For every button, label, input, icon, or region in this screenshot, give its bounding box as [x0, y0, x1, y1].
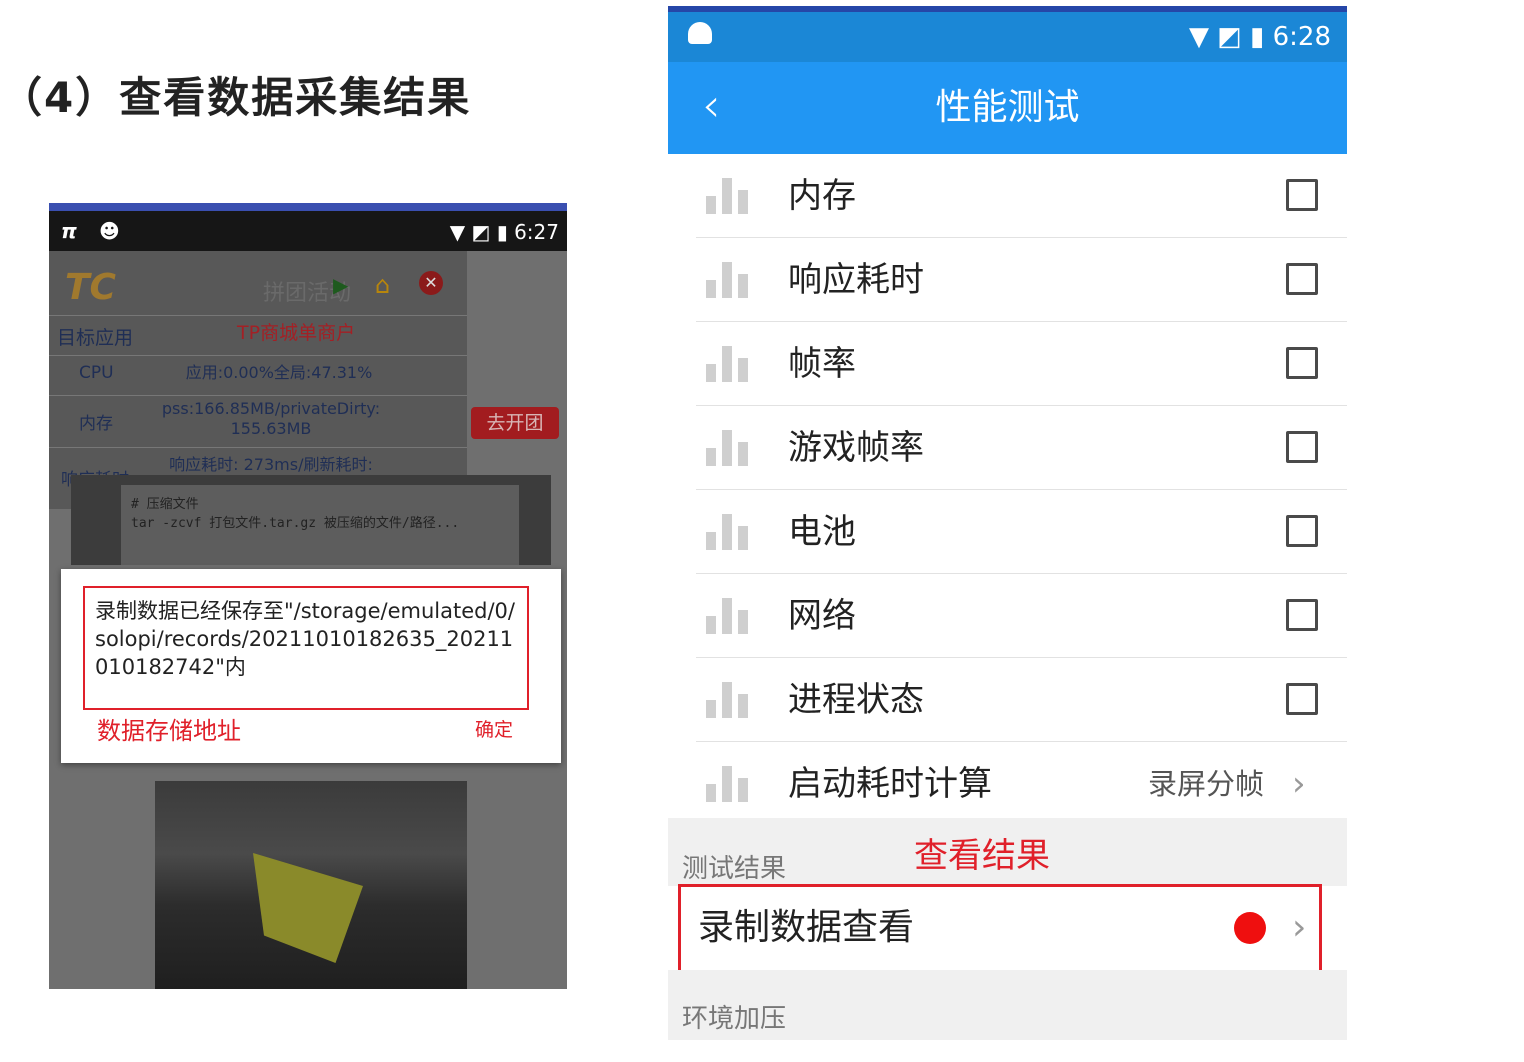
- item-label: 游戏帧率: [788, 428, 924, 468]
- android-icon: [688, 22, 712, 44]
- item-label: 帧率: [788, 344, 856, 384]
- bar-chart-icon: [706, 430, 750, 466]
- checkbox[interactable]: [1286, 431, 1318, 463]
- item-label: 响应耗时: [788, 260, 924, 300]
- checkbox[interactable]: [1286, 599, 1318, 631]
- section-title: 测试结果: [682, 854, 787, 884]
- page: （4）查看数据采集结果 π ☻ ▼ ◩ ▮ 6:27 TC 拼团活动 ▶ ⌂ ✕…: [0, 0, 1524, 1062]
- tc-app-icon: π: [61, 219, 77, 243]
- memory-label: 内存: [79, 414, 113, 434]
- background-image: # 压缩文件 tar -zcvf 打包文件.tar.gz 被压缩的文件/路径..…: [71, 475, 551, 565]
- environment-section: 环境加压: [668, 970, 1347, 1040]
- left-phone-screenshot: π ☻ ▼ ◩ ▮ 6:27 TC 拼团活动 ▶ ⌂ ✕ 目标应用 TP商城单商…: [49, 203, 567, 989]
- bar-chart-icon: [706, 178, 750, 214]
- list-item[interactable]: 内存: [696, 154, 1347, 238]
- startup-label: 启动耗时计算: [788, 764, 992, 804]
- android-icon: ☻: [99, 219, 120, 243]
- code-snippet: # 压缩文件 tar -zcvf 打包文件.tar.gz 被压缩的文件/路径..…: [121, 485, 519, 565]
- status-time: 6:28: [1272, 22, 1331, 52]
- checkbox[interactable]: [1286, 683, 1318, 715]
- status-right: ▼ ◩ ▮ 6:27: [449, 220, 559, 244]
- startup-value: 录屏分帧: [1148, 767, 1265, 801]
- bar-chart-icon: [706, 262, 750, 298]
- checkbox[interactable]: [1286, 515, 1318, 547]
- checkbox[interactable]: [1286, 347, 1318, 379]
- target-app-value[interactable]: TP商城单商户: [237, 323, 355, 343]
- list-item[interactable]: 网络: [696, 574, 1347, 658]
- panel-divider: [49, 447, 467, 448]
- bar-chart-icon: [706, 346, 750, 382]
- app-header: 性能测试 ‹: [668, 62, 1347, 154]
- code-comment: # 压缩文件: [131, 497, 199, 512]
- list-item[interactable]: 响应耗时: [696, 238, 1347, 322]
- back-chevron-icon[interactable]: ‹: [702, 82, 720, 128]
- home-icon[interactable]: ⌂: [375, 271, 390, 299]
- code-line: tar -zcvf 打包文件.tar.gz 被压缩的文件/路径...: [131, 516, 460, 531]
- item-label: 网络: [788, 596, 856, 636]
- bar-chart-icon: [706, 514, 750, 550]
- chevron-right-icon: ›: [1292, 764, 1306, 804]
- page-heading: （4）查看数据采集结果: [0, 73, 472, 122]
- storage-address-annotation: 数据存储地址: [97, 717, 241, 745]
- status-right: ▼ ◩ ▮ 6:28: [1188, 22, 1331, 52]
- close-icon[interactable]: ✕: [419, 271, 443, 295]
- page-title: 性能测试: [935, 87, 1080, 128]
- panel-divider: [49, 315, 467, 316]
- panel-divider: [49, 355, 467, 356]
- status-bar: ▼ ◩ ▮ 6:28: [668, 12, 1347, 62]
- item-label: 内存: [788, 176, 856, 216]
- panel-divider: [49, 395, 467, 396]
- save-dialog: 录制数据已经保存至"/storage/emulated/0/solopi/rec…: [61, 569, 561, 763]
- status-time: 6:27: [514, 220, 559, 244]
- cpu-label: CPU: [79, 363, 114, 383]
- bar-chart-icon: [706, 766, 750, 802]
- ok-button[interactable]: 确定: [475, 715, 513, 742]
- bar-chart-icon: [706, 682, 750, 718]
- play-icon[interactable]: ▶: [333, 273, 348, 297]
- app-logo: TC: [65, 267, 116, 308]
- dialog-message: 录制数据已经保存至"/storage/emulated/0/solopi/rec…: [95, 599, 515, 679]
- status-bar: π ☻ ▼ ◩ ▮ 6:27: [49, 211, 567, 251]
- checkbox[interactable]: [1286, 179, 1318, 211]
- cpu-value: 应用:0.00%全局:47.31%: [185, 363, 373, 382]
- go-group-button[interactable]: 去开团: [471, 407, 559, 439]
- right-phone-screenshot: ▼ ◩ ▮ 6:28 性能测试 ‹ 内存 响应耗时 帧率 游戏帧率 电池 网络 …: [668, 6, 1347, 1040]
- view-results-annotation: 查看结果: [914, 836, 1050, 876]
- list-item[interactable]: 电池: [696, 490, 1347, 574]
- section-title: 环境加压: [682, 1004, 787, 1034]
- startup-time-row[interactable]: 启动耗时计算 录屏分帧 ›: [696, 742, 1347, 826]
- memory-value: pss:166.85MB/privateDirty: 155.63MB: [161, 399, 381, 438]
- top-accent-bar: [49, 203, 567, 211]
- list-item[interactable]: 游戏帧率: [696, 406, 1347, 490]
- target-app-label: 目标应用: [57, 327, 134, 349]
- checkbox[interactable]: [1286, 263, 1318, 295]
- highlight-box: [678, 884, 1322, 980]
- bar-chart-icon: [706, 598, 750, 634]
- list-item[interactable]: 帧率: [696, 322, 1347, 406]
- item-label: 电池: [788, 512, 856, 552]
- item-label: 进程状态: [788, 680, 924, 720]
- list-item[interactable]: 进程状态: [696, 658, 1347, 742]
